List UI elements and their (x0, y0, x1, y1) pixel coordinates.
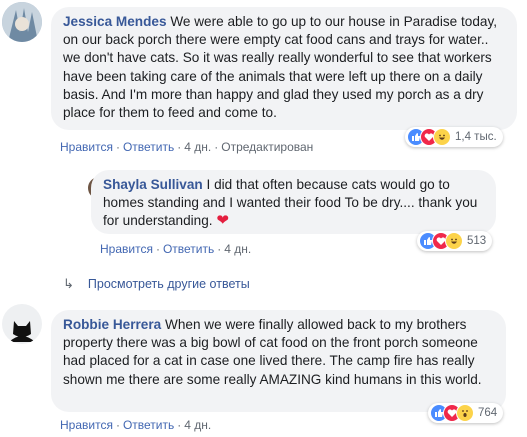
comment-text: We were able to go up to our house in Pa… (63, 14, 498, 121)
timestamp[interactable]: 4 дн. (184, 418, 211, 432)
edited-label[interactable]: Отредактирован (221, 140, 313, 154)
reply-link[interactable]: Ответить (123, 418, 174, 432)
comment-author[interactable]: Shayla Sullivan (103, 177, 203, 192)
reaction-count: 764 (478, 407, 498, 419)
reply-arrow-icon: ↳ (63, 276, 74, 291)
like-link[interactable]: Нравится (60, 418, 113, 432)
reaction-summary[interactable]: 1,4 тыс. (405, 127, 503, 147)
reaction-summary[interactable]: 513 (417, 231, 493, 251)
comment-actions: Нравится · Ответить · 4 дн. (60, 418, 212, 432)
haha-icon (433, 128, 451, 146)
avatar[interactable] (2, 304, 42, 344)
comment-bubble: Jessica Mendes We were able to go up to … (51, 7, 517, 130)
reaction-count: 513 (467, 235, 487, 247)
like-link[interactable]: Нравится (60, 140, 113, 154)
reaction-count: 1,4 тыс. (455, 131, 497, 143)
timestamp[interactable]: 4 дн. (224, 242, 251, 256)
reply-bubble: Shayla Sullivan I did that often because… (91, 170, 496, 234)
view-more-replies[interactable]: ↳ Просмотреть другие ответы (63, 276, 250, 292)
comment-actions: Нравится · Ответить · 4 дн. · Отредактирован (60, 140, 314, 154)
avatar-photo-icon (2, 2, 42, 42)
like-link[interactable]: Нравится (100, 242, 153, 256)
comment-actions: Нравится · Ответить · 4 дн. (100, 242, 252, 256)
avatar[interactable] (2, 2, 42, 42)
heart-emoji-icon: ❤ (216, 212, 229, 230)
comment-author[interactable]: Jessica Mendes (63, 14, 167, 29)
view-more-replies-label[interactable]: Просмотреть другие ответы (88, 277, 250, 291)
haha-icon (445, 232, 463, 250)
reaction-summary[interactable]: 764 (428, 403, 504, 423)
reply-link[interactable]: Ответить (123, 140, 174, 154)
reply-link[interactable]: Ответить (163, 242, 214, 256)
timestamp[interactable]: 4 дн. (184, 140, 211, 154)
comment-bubble: Robbie Herrera When we were finally allo… (51, 310, 506, 412)
comment-author[interactable]: Robbie Herrera (63, 317, 161, 332)
avatar-cat-icon (2, 304, 42, 344)
wow-icon (456, 404, 474, 422)
